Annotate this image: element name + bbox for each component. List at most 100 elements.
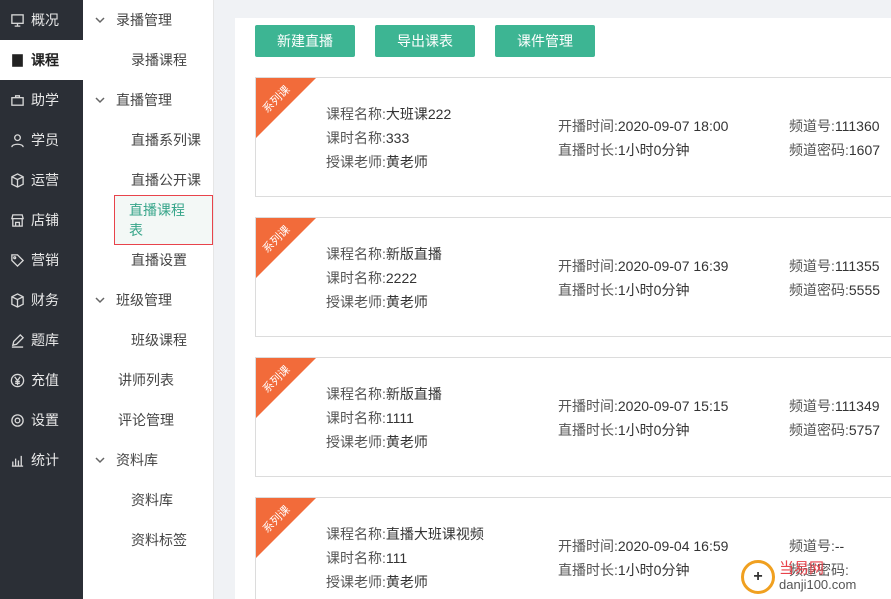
subnav-item-live-public[interactable]: 直播公开课: [83, 160, 213, 200]
subnav-group-label: 资料库: [116, 452, 158, 468]
teacher-name: 黄老师: [385, 574, 428, 590]
channel-password: 5555: [848, 282, 881, 298]
start-time: 2020-09-07 15:15: [617, 398, 729, 414]
channel-label: 频道号:: [789, 258, 835, 274]
subnav-item-label: 班级课程: [131, 332, 187, 348]
live-card[interactable]: 系列课 课程名称:新版直播 课时名称:2222 授课老师:黄老师 开播时间:20…: [255, 217, 891, 337]
time-info: 开播时间:2020-09-04 16:59 直播时长:1小时0分钟: [558, 534, 728, 582]
duration-label: 直播时长:: [558, 142, 618, 158]
nav-item-label: 运营: [31, 172, 59, 188]
subnav-item-label: 直播课程表: [114, 195, 213, 245]
nav-item-study-aid[interactable]: 助学: [0, 80, 83, 120]
start-time: 2020-09-04 16:59: [617, 538, 729, 554]
subnav-group-label: 班级管理: [116, 292, 172, 308]
duration: 1小时0分钟: [617, 142, 690, 158]
nav-item-students[interactable]: 学员: [0, 120, 83, 160]
site-watermark: + 当易网 danji100.com: [741, 560, 856, 594]
channel-password: 1607: [848, 142, 881, 158]
subnav-item-label: 直播系列课: [131, 132, 201, 148]
chevron-down-icon: [95, 15, 107, 25]
teacher-name: 黄老师: [385, 154, 428, 170]
subnav-item-comment-mgmt[interactable]: 评论管理: [83, 400, 213, 440]
nav-item-marketing[interactable]: 营销: [0, 240, 83, 280]
channel-info: 频道号:111349 频道密码:5757: [789, 394, 880, 442]
nav-item-courses[interactable]: 课程: [0, 40, 83, 80]
time-info: 开播时间:2020-09-07 18:00 直播时长:1小时0分钟: [558, 114, 728, 162]
user-icon: [9, 132, 25, 148]
bar-chart-icon: [9, 452, 25, 468]
duration: 1小时0分钟: [617, 282, 690, 298]
channel-pwd-label: 频道密码:: [789, 282, 849, 298]
pen-icon: [9, 332, 25, 348]
lesson-name: 2222: [385, 270, 418, 286]
start-time-label: 开播时间:: [558, 398, 618, 414]
course-name: 新版直播: [385, 386, 442, 402]
tag-icon: [9, 252, 25, 268]
subnav-group-live[interactable]: 直播管理: [83, 80, 213, 120]
nav-item-operations[interactable]: 运营: [0, 160, 83, 200]
briefcase-icon: [9, 92, 25, 108]
teacher-label: 授课老师:: [326, 574, 386, 590]
live-card[interactable]: 系列课 课程名称:大班课222 课时名称:333 授课老师:黄老师 开播时间:2…: [255, 77, 891, 197]
nav-item-label: 充值: [31, 372, 59, 388]
subnav-item-live-settings[interactable]: 直播设置: [83, 240, 213, 280]
course-info: 课程名称:新版直播 课时名称:2222 授课老师:黄老师: [326, 242, 442, 314]
chevron-down-icon: [95, 455, 107, 465]
subnav-item-class-course[interactable]: 班级课程: [83, 320, 213, 360]
nav-item-label: 题库: [31, 332, 59, 348]
teacher-label: 授课老师:: [326, 434, 386, 450]
duration-label: 直播时长:: [558, 562, 618, 578]
start-time-label: 开播时间:: [558, 258, 618, 274]
teacher-name: 黄老师: [385, 294, 428, 310]
channel-label: 频道号:: [789, 118, 835, 134]
nav-item-label: 概况: [31, 12, 59, 28]
nav-item-recharge[interactable]: 充值: [0, 360, 83, 400]
watermark-line2: danji100.com: [779, 577, 857, 592]
new-live-button[interactable]: 新建直播: [255, 25, 355, 57]
live-card[interactable]: 系列课 课程名称:新版直播 课时名称:1111 授课老师:黄老师 开播时间:20…: [255, 357, 891, 477]
course-info: 课程名称:直播大班课视频 课时名称:111 授课老师:黄老师: [326, 522, 484, 594]
channel-pwd-label: 频道密码:: [789, 422, 849, 438]
nav-item-label: 助学: [31, 92, 59, 108]
subnav-item-label: 录播课程: [131, 52, 187, 68]
course-info: 课程名称:大班课222 课时名称:333 授课老师:黄老师: [326, 102, 451, 174]
gear-icon: [9, 412, 25, 428]
subnav-group-library[interactable]: 资料库: [83, 440, 213, 480]
start-time-label: 开播时间:: [558, 118, 618, 134]
course-name: 直播大班课视频: [385, 526, 484, 542]
nav-item-question-bank[interactable]: 题库: [0, 320, 83, 360]
subnav-item-recorded-course[interactable]: 录播课程: [83, 40, 213, 80]
course-info: 课程名称:新版直播 课时名称:1111 授课老师:黄老师: [326, 382, 442, 454]
course-name: 新版直播: [385, 246, 442, 262]
export-schedule-button[interactable]: 导出课表: [375, 25, 475, 57]
book-icon: [9, 52, 25, 68]
channel-number: 111360: [834, 118, 880, 134]
nav-item-statistics[interactable]: 统计: [0, 440, 83, 480]
subnav-group-recorded[interactable]: 录播管理: [83, 0, 213, 40]
subnav-item-live-series[interactable]: 直播系列课: [83, 120, 213, 160]
subnav-item-library[interactable]: 资料库: [83, 480, 213, 520]
subnav-group-class[interactable]: 班级管理: [83, 280, 213, 320]
lesson-name: 333: [385, 130, 410, 146]
courseware-manage-button[interactable]: 课件管理: [495, 25, 595, 57]
subnav-item-label: 直播设置: [131, 252, 187, 268]
lesson-name: 1111: [385, 410, 414, 426]
chevron-down-icon: [95, 95, 107, 105]
chevron-down-icon: [95, 295, 107, 305]
nav-item-settings[interactable]: 设置: [0, 400, 83, 440]
subnav-item-live-schedule[interactable]: 直播课程表: [83, 195, 213, 245]
duration-label: 直播时长:: [558, 282, 618, 298]
lesson-name-label: 课时名称:: [326, 130, 386, 146]
lesson-name-label: 课时名称:: [326, 410, 386, 426]
nav-item-finance[interactable]: 财务: [0, 280, 83, 320]
watermark-text: 当易网 danji100.com: [779, 561, 856, 593]
subnav-item-library-tags[interactable]: 资料标签: [83, 520, 213, 560]
teacher-label: 授课老师:: [326, 154, 386, 170]
subnav-item-label: 直播公开课: [131, 172, 201, 188]
subnav-item-teacher-list[interactable]: 讲师列表: [83, 360, 213, 400]
nav-item-store[interactable]: 店铺: [0, 200, 83, 240]
nav-item-overview[interactable]: 概况: [0, 0, 83, 40]
duration-label: 直播时长:: [558, 422, 618, 438]
nav-item-label: 店铺: [31, 212, 59, 228]
course-name: 大班课222: [385, 106, 452, 122]
